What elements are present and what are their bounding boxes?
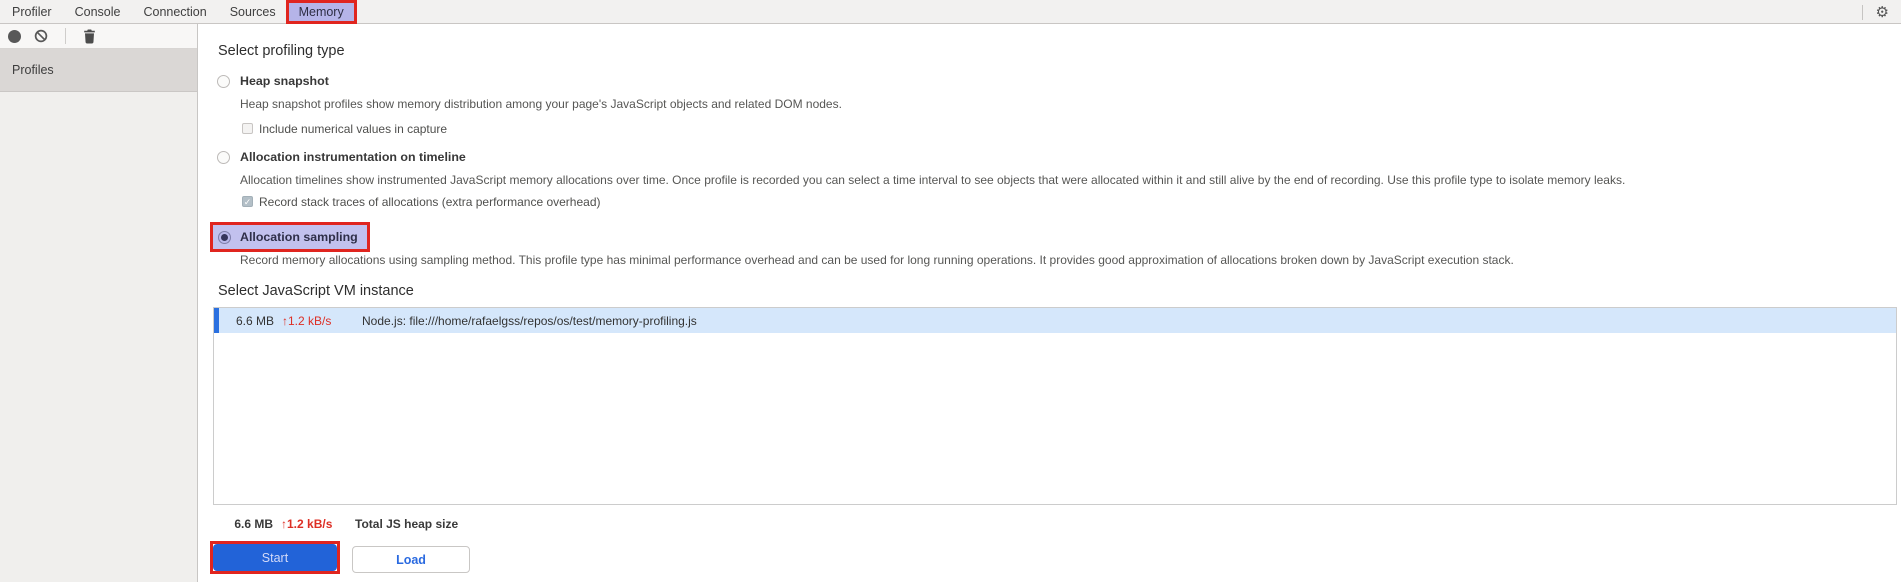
radio-allocation-timeline-label[interactable]: Allocation instrumentation on timeline [240,150,466,164]
vm-instance-row[interactable]: 6.6 MB ↑1.2 kB/s Node.js: file:///home/r… [214,308,1896,333]
gear-icon[interactable]: ⚙ [1876,5,1889,20]
clear-all-icon[interactable] [34,29,48,43]
trash-icon[interactable] [83,29,96,44]
heap-snapshot-description: Heap snapshot profiles show memory distr… [240,97,842,111]
start-button-highlight: Start [210,541,340,574]
radio-heap-snapshot-label[interactable]: Heap snapshot [240,74,329,88]
allocation-timeline-description: Allocation timelines show instrumented J… [240,173,1626,187]
radio-allocation-sampling-label[interactable]: Allocation sampling [240,230,358,244]
tab-console[interactable]: Console [75,5,121,19]
checkbox-include-numerical-values[interactable] [242,123,253,134]
vm-instance-rate: ↑1.2 kB/s [282,313,332,328]
radio-allocation-sampling[interactable] [218,230,231,244]
allocation-sampling-highlight: Allocation sampling [210,222,370,252]
record-icon[interactable] [8,29,21,43]
sidebar-profiles-header: Profiles [0,49,197,92]
radio-allocation-timeline[interactable] [217,151,230,164]
memory-panel: Select profiling type Heap snapshot Heap… [198,24,1901,582]
load-button[interactable]: Load [352,546,470,573]
profiles-sidebar: Profiles [0,49,197,582]
tabbar: Profiler Console Connection Sources Memo… [0,0,1901,24]
profiles-toolbar [0,24,197,49]
vm-instance-list: 6.6 MB ↑1.2 kB/s Node.js: file:///home/r… [213,307,1897,505]
tab-profiler[interactable]: Profiler [12,5,52,19]
devtools-window: Profiler Console Connection Sources Memo… [0,0,1901,582]
profiling-type-heading: Select profiling type [218,43,345,59]
vm-instance-heading: Select JavaScript VM instance [218,283,414,299]
heap-total-row: 6.6 MB ↑1.2 kB/s Total JS heap size [213,517,458,531]
heap-total-label: Total JS heap size [355,517,459,531]
vm-instance-size: 6.6 MB [235,313,274,328]
checkbox-record-stack-traces[interactable] [242,196,253,207]
checkbox-include-numerical-values-label[interactable]: Include numerical values in capture [259,122,447,136]
start-button[interactable]: Start [213,544,337,571]
allocation-sampling-description: Record memory allocations using sampling… [240,253,1514,267]
vm-instance-name: Node.js: file:///home/rafaelgss/repos/os… [362,313,697,328]
tab-memory[interactable]: Memory [285,0,357,24]
heap-total-size: 6.6 MB [234,517,273,531]
toolbar-separator [65,28,66,44]
tab-sources[interactable]: Sources [230,5,276,19]
heap-total-rate: ↑1.2 kB/s [281,517,333,531]
radio-heap-snapshot[interactable] [217,75,230,88]
tab-connection[interactable]: Connection [143,5,206,19]
checkbox-record-stack-traces-label[interactable]: Record stack traces of allocations (extr… [259,195,601,209]
tabbar-right: ⚙ [1861,0,1889,24]
tabbar-separator [1861,4,1863,20]
